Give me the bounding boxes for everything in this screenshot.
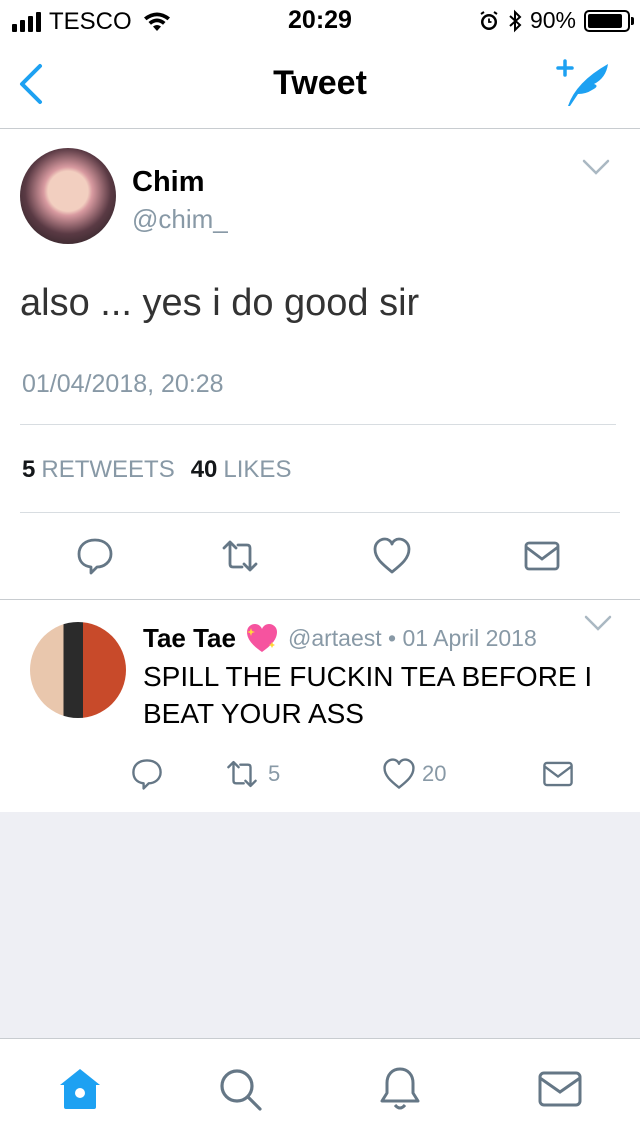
- likes-stat[interactable]: 40 LIKES: [191, 456, 292, 484]
- battery-percent: 90%: [529, 7, 576, 33]
- battery-icon: [584, 9, 634, 32]
- tweet-author-name[interactable]: Chim: [132, 166, 205, 199]
- reply-handle-date: @artaest • 01 April 2018: [287, 624, 537, 651]
- reply-retweet-button[interactable]: 5: [222, 756, 280, 792]
- retweet-icon[interactable]: [220, 536, 260, 576]
- empty-area: [0, 812, 640, 1038]
- message-icon: [543, 761, 573, 787]
- like-icon: [383, 758, 415, 789]
- tweet-actions: [0, 532, 640, 582]
- main-tweet: Chim @chim_ also ... yes i do good sir 0…: [0, 130, 640, 600]
- likes-label: LIKES: [223, 456, 292, 483]
- likes-count: 40: [190, 456, 218, 483]
- reply-text: SPILL THE FUCKIN TEA BEFORE I BEAT YOUR …: [143, 661, 593, 729]
- search-icon[interactable]: [216, 1065, 264, 1113]
- sparkling-heart-icon: [246, 624, 277, 652]
- alarm-icon: [480, 10, 498, 30]
- navigation-bar: Tweet: [0, 40, 640, 129]
- bluetooth-icon: [509, 9, 522, 32]
- tweet-text: also ... yes i do good sir: [20, 282, 420, 324]
- reply-retweet-count: 5: [268, 761, 281, 786]
- status-bar: TESCO 20:29 90%: [0, 0, 640, 40]
- notifications-icon[interactable]: [376, 1065, 424, 1113]
- chevron-down-icon[interactable]: [582, 158, 610, 176]
- reply-reply-button[interactable]: [130, 756, 164, 792]
- reply-author-name[interactable]: Tae Tae: [143, 623, 236, 654]
- home-icon[interactable]: [56, 1065, 104, 1113]
- reply-like-count: 20: [422, 761, 447, 786]
- avatar[interactable]: [20, 148, 116, 244]
- tab-bar: [0, 1038, 640, 1136]
- retweet-icon: [227, 760, 257, 788]
- reply-icon[interactable]: [75, 536, 115, 576]
- reply-message-button[interactable]: [540, 756, 576, 792]
- reply-icon: [132, 759, 162, 790]
- divider: [20, 424, 616, 425]
- like-icon[interactable]: [372, 536, 412, 576]
- divider: [20, 512, 620, 513]
- tweet-timestamp: 01/04/2018, 20:28: [22, 370, 224, 398]
- tweet-author-handle[interactable]: @chim_: [132, 204, 228, 235]
- retweets-label: RETWEETS: [41, 456, 175, 483]
- reply-like-button[interactable]: 20: [382, 756, 446, 792]
- avatar[interactable]: [30, 622, 126, 718]
- tweet-stats: 5 RETWEETS 40 LIKES: [22, 456, 307, 484]
- messages-icon[interactable]: [536, 1065, 584, 1113]
- retweets-stat[interactable]: 5 RETWEETS: [22, 456, 175, 484]
- message-icon[interactable]: [522, 536, 562, 576]
- retweets-count: 5: [22, 456, 36, 483]
- reply-tweet[interactable]: Tae Tae @artaest • 01 April 2018 SPILL T…: [0, 600, 640, 812]
- chevron-down-icon[interactable]: [584, 614, 612, 632]
- compose-tweet-icon[interactable]: [552, 56, 614, 110]
- page-title: Tweet: [273, 64, 367, 102]
